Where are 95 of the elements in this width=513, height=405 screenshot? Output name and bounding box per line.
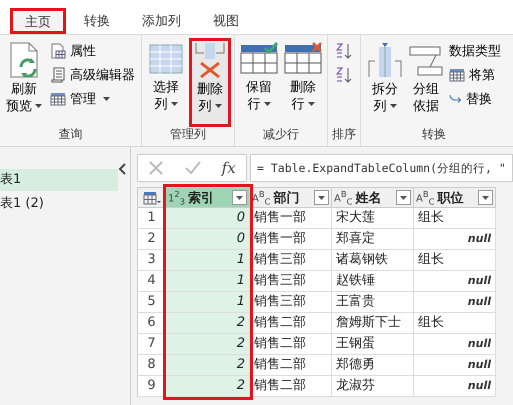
table-cell: 詹姆斯下士 [332,313,414,334]
table-cell: 销售三部 [250,271,332,292]
table-cell: 组长 [414,250,496,271]
column-name: 职位 [437,190,464,206]
caret-icon [170,102,178,106]
ribbon-button[interactable]: 拆分 列 [365,39,405,126]
caret-icon [482,196,489,200]
column-header[interactable]: A$^{B}$$_{C}$ 职位 [414,187,496,208]
table-cell: 1 [166,292,250,313]
ribbon-button[interactable]: 高级编辑器 [48,65,137,85]
table-cell: 销售二部 [250,355,332,376]
formula-field[interactable]: = Table.ExpandTableColumn(分组的行, " [250,154,513,182]
table-cell: null [414,271,496,292]
table-cell: 2 [166,313,250,334]
ribbon-button[interactable]: 分组 依据 [406,39,446,126]
column-header[interactable]: A$^{B}$$_{C}$ 姓名 [332,187,414,208]
query-item[interactable]: 表1 [0,169,118,191]
ribbon-button[interactable]: 属性 [48,41,137,61]
table-icon [449,68,465,82]
caret-icon [308,102,314,106]
table-cell: 销售二部 [250,313,332,334]
group-label: 管理列 [169,126,207,143]
filter-button[interactable] [232,190,247,205]
table-cell: 销售二部 [250,376,332,397]
table-cell: 宋大莲 [332,208,414,229]
table-cell: 王钢蛋 [332,334,414,355]
ribbon-tab[interactable]: 视图 [199,8,253,34]
ribbon-button[interactable]: 刷新 预览 [4,39,44,126]
table-cell: 1 [166,271,250,292]
filter-button[interactable] [396,190,411,205]
table-cell: 诸葛钢铁 [332,250,414,271]
sort-descending-icon [334,65,354,85]
table-cell: 郑德勇 [332,355,414,376]
check-icon[interactable] [184,160,201,176]
table-cell: 组长 [414,313,496,334]
group-label: 减少行 [262,126,300,143]
table-menu-icon [142,190,160,204]
caret-icon [35,104,42,108]
table-cell: 0 [166,208,250,229]
caret-icon [318,196,325,200]
ribbon-tab[interactable]: 主页 [10,8,66,34]
table-cell: 0 [166,229,250,250]
ribbon-tab[interactable]: 添加列 [128,8,195,34]
caret-icon [264,102,270,106]
caret-icon [236,196,243,200]
table-cell: 销售三部 [250,292,332,313]
sort-ascending-icon [334,41,354,61]
ribbon-button[interactable]: 选择 列 [146,39,186,126]
table-cell: 龙淑芬 [332,376,414,397]
table-cell: 销售二部 [250,334,332,355]
column-name: 姓名 [355,190,382,206]
filter-button[interactable] [478,190,493,205]
scroll-icon [50,67,66,83]
table-cell: null [414,292,496,313]
replace-values-icon [449,94,462,104]
group-label: 排序 [332,126,356,143]
table-cell: 销售一部 [250,208,332,229]
caret-icon [214,104,222,108]
properties-icon [50,43,66,59]
group-label: 查询 [58,126,84,143]
fx-label[interactable]: fx [222,159,236,177]
table-cell: 1 [166,250,250,271]
table-cell: 销售三部 [250,250,332,271]
column-name: 索引 [188,190,215,206]
caret-icon [390,104,396,108]
ribbon-button[interactable]: 替换 [447,89,503,109]
split-column-icon [367,41,403,79]
table-cell: 组长 [414,208,496,229]
table-cell: null [414,355,496,376]
filter-button[interactable] [314,190,329,205]
table-cell: null [414,229,496,250]
ribbon-button[interactable]: 保留 行 [239,39,279,126]
table-icon [50,92,66,106]
table-cell: null [414,376,496,397]
caret-icon [400,196,407,200]
table-cell: 2 [166,355,250,376]
ribbon-button[interactable]: 将第 [447,65,503,85]
column-header[interactable]: 1$^{2}$$_{3}$ 索引 [166,187,250,208]
table-cell: 王富贵 [332,292,414,313]
table-cell: 2 [166,334,250,355]
table-cell: 2 [166,376,250,397]
ribbon-button[interactable]: 数据类型 [447,41,503,61]
ribbon-button[interactable]: 删除 列 [190,39,230,126]
ribbon-tab[interactable]: 转换 [70,8,124,34]
ribbon-button[interactable]: 管理 [48,89,137,109]
column-name: 部门 [273,190,300,206]
ribbon-button[interactable]: 删除 行 [283,39,323,126]
query-item[interactable]: 表1 (2) [0,193,118,215]
table-cell: 郑喜定 [332,229,414,250]
chevron-left-icon[interactable] [118,163,126,175]
group-label: 转换 [421,126,447,143]
table-cell: null [414,334,496,355]
table-cell: 赵铁锤 [332,271,414,292]
caret-icon [103,97,110,101]
table-cell: 销售一部 [250,229,332,250]
